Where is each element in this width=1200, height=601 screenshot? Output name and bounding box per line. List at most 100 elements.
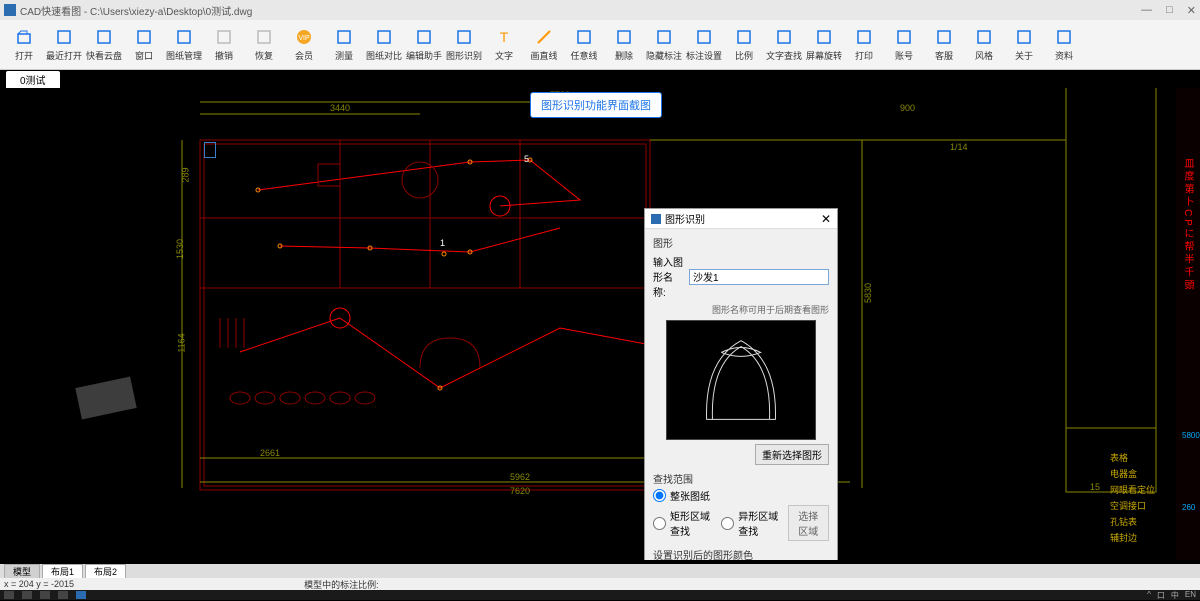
tray-item[interactable]: 中 xyxy=(1171,590,1179,601)
pt-1: 1 xyxy=(440,238,445,248)
search-icon[interactable] xyxy=(22,591,32,599)
tool-print[interactable]: 打印 xyxy=(844,22,884,68)
close-button[interactable]: ✕ xyxy=(1187,4,1196,17)
tool-text[interactable]: T文字 xyxy=(484,22,524,68)
far-right-bot-num: 260 xyxy=(1182,503,1195,512)
open-icon xyxy=(14,27,34,47)
document-tabs: 0测试 xyxy=(0,70,1200,88)
legend-item: 表格 xyxy=(1110,451,1174,464)
selection-box xyxy=(204,142,216,158)
tool-findtext[interactable]: 文字查找 xyxy=(764,22,804,68)
window-icon xyxy=(134,27,154,47)
tray-item[interactable]: 口 xyxy=(1157,590,1165,601)
tool-delete[interactable]: 删除 xyxy=(604,22,644,68)
tool-freeline[interactable]: 任意线 xyxy=(564,22,604,68)
undo-icon xyxy=(214,27,234,47)
tool-hide[interactable]: 隐藏标注 xyxy=(644,22,684,68)
pt-15: 15 xyxy=(1090,482,1100,492)
scope-rect-radio[interactable] xyxy=(653,517,666,530)
dim-l3: 1164 xyxy=(177,333,187,352)
print-icon xyxy=(854,27,874,47)
layout-tab-1[interactable]: 布局1 xyxy=(42,564,83,579)
layout-tabs: 模型布局1布局2 xyxy=(0,564,1200,578)
legend-item: 辅封边 xyxy=(1110,531,1174,544)
tool-line[interactable]: 画直线 xyxy=(524,22,564,68)
titlebar: CAD快速看图 - C:\Users\xiezy-a\Desktop\0测试.d… xyxy=(0,0,1200,20)
tool-measure[interactable]: 测量 xyxy=(324,22,364,68)
start-button[interactable] xyxy=(4,591,14,599)
tool-vip[interactable]: VIP会员 xyxy=(284,22,324,68)
dim-r1: 5830 xyxy=(863,283,873,303)
dim-l1: 289 xyxy=(181,167,191,182)
tool-account[interactable]: 账号 xyxy=(884,22,924,68)
shape-name-label: 输入图形名称: xyxy=(653,254,685,299)
shape-preview xyxy=(666,320,816,440)
maximize-button[interactable]: □ xyxy=(1166,4,1173,17)
app-icon xyxy=(4,4,16,16)
task-view-icon[interactable] xyxy=(40,591,50,599)
recent-icon xyxy=(54,27,74,47)
findtext-icon xyxy=(774,27,794,47)
coord-readout: x = 204 y = -2015 xyxy=(4,579,74,589)
mgmt-icon xyxy=(174,27,194,47)
measure-icon xyxy=(334,27,354,47)
far-right-top-num: 5800 xyxy=(1182,431,1200,440)
tool-undo[interactable]: 撤销 xyxy=(204,22,244,68)
tool-rotate[interactable]: 屏幕旋转 xyxy=(804,22,844,68)
main-toolbar: 打开最近打开快看云盘窗口图纸管理撤销恢复VIP会员测量图纸对比编辑助手图形识别T… xyxy=(0,20,1200,70)
tool-service[interactable]: 客服 xyxy=(924,22,964,68)
tab-0test[interactable]: 0测试 xyxy=(6,71,60,88)
redo-icon xyxy=(254,27,274,47)
minimize-button[interactable]: — xyxy=(1141,4,1152,17)
annoset-icon xyxy=(694,27,714,47)
recognize-icon xyxy=(454,27,474,47)
scope-all-label: 整张图纸 xyxy=(670,488,710,503)
tool-materials[interactable]: 资料 xyxy=(1044,22,1084,68)
tool-annoset[interactable]: 标注设置 xyxy=(684,22,724,68)
tool-ratio[interactable]: 比例 xyxy=(724,22,764,68)
shape-recognition-dialog: 图形识别 ✕ 图形 输入图形名称: 图形名称可用于后期查看图形 重新选择图形 查… xyxy=(644,208,838,560)
cad-app-icon[interactable] xyxy=(76,591,86,599)
tray-item[interactable]: EN xyxy=(1185,590,1196,601)
text-icon: T xyxy=(494,27,514,47)
select-area-button[interactable]: 选择区域 xyxy=(788,505,830,541)
tool-recent[interactable]: 最近打开 xyxy=(44,22,84,68)
vip-icon: VIP xyxy=(294,27,314,47)
tray-item[interactable]: ^ xyxy=(1147,590,1151,601)
tool-redo[interactable]: 恢复 xyxy=(244,22,284,68)
service-icon xyxy=(934,27,954,47)
tool-style[interactable]: 风格 xyxy=(964,22,1004,68)
shape-name-input[interactable] xyxy=(689,269,829,285)
freeline-icon xyxy=(574,27,594,47)
dialog-title: 图形识别 xyxy=(665,211,705,226)
dialog-close-button[interactable]: ✕ xyxy=(821,212,831,226)
scope-all-radio[interactable] xyxy=(653,489,666,502)
feature-callout: 图形识别功能界面截图 xyxy=(530,92,662,118)
pt-5: 5 xyxy=(524,154,529,164)
dim-l4: 2661 xyxy=(260,448,280,458)
legend-item: 网眼看定位 xyxy=(1110,483,1174,496)
tool-edithelper[interactable]: 编辑助手 xyxy=(404,22,444,68)
dim-b2: 7620 xyxy=(510,486,530,496)
legend-item: 电器盒 xyxy=(1110,467,1174,480)
scope-irreg-radio[interactable] xyxy=(721,517,734,530)
layout-tab-2[interactable]: 布局2 xyxy=(85,564,126,579)
tool-compare[interactable]: 图纸对比 xyxy=(364,22,404,68)
tool-cloud[interactable]: 快看云盘 xyxy=(84,22,124,68)
layout-tab-0[interactable]: 模型 xyxy=(4,564,40,579)
explorer-icon[interactable] xyxy=(58,591,68,599)
tool-recognize[interactable]: 图形识别 xyxy=(444,22,484,68)
tool-open[interactable]: 打开 xyxy=(4,22,44,68)
tool-window[interactable]: 窗口 xyxy=(124,22,164,68)
dialog-icon xyxy=(651,214,661,224)
dialog-titlebar[interactable]: 图形识别 ✕ xyxy=(645,209,837,229)
group-scope-label: 查找范围 xyxy=(653,471,829,486)
tool-about[interactable]: 关于 xyxy=(1004,22,1044,68)
shape-name-hint: 图形名称可用于后期查看图形 xyxy=(653,303,829,316)
materials-icon xyxy=(1054,27,1074,47)
drawing-canvas[interactable]: 7798 3440 900 1/14 289 1530 1164 2661 58… xyxy=(0,88,1200,560)
cloud-icon xyxy=(94,27,114,47)
legend-panel: 表格电器盒网眼看定位空调接口孔钻表辅封边 xyxy=(1110,448,1174,547)
tool-mgmt[interactable]: 图纸管理 xyxy=(164,22,204,68)
reselect-shape-button[interactable]: 重新选择图形 xyxy=(755,444,829,465)
